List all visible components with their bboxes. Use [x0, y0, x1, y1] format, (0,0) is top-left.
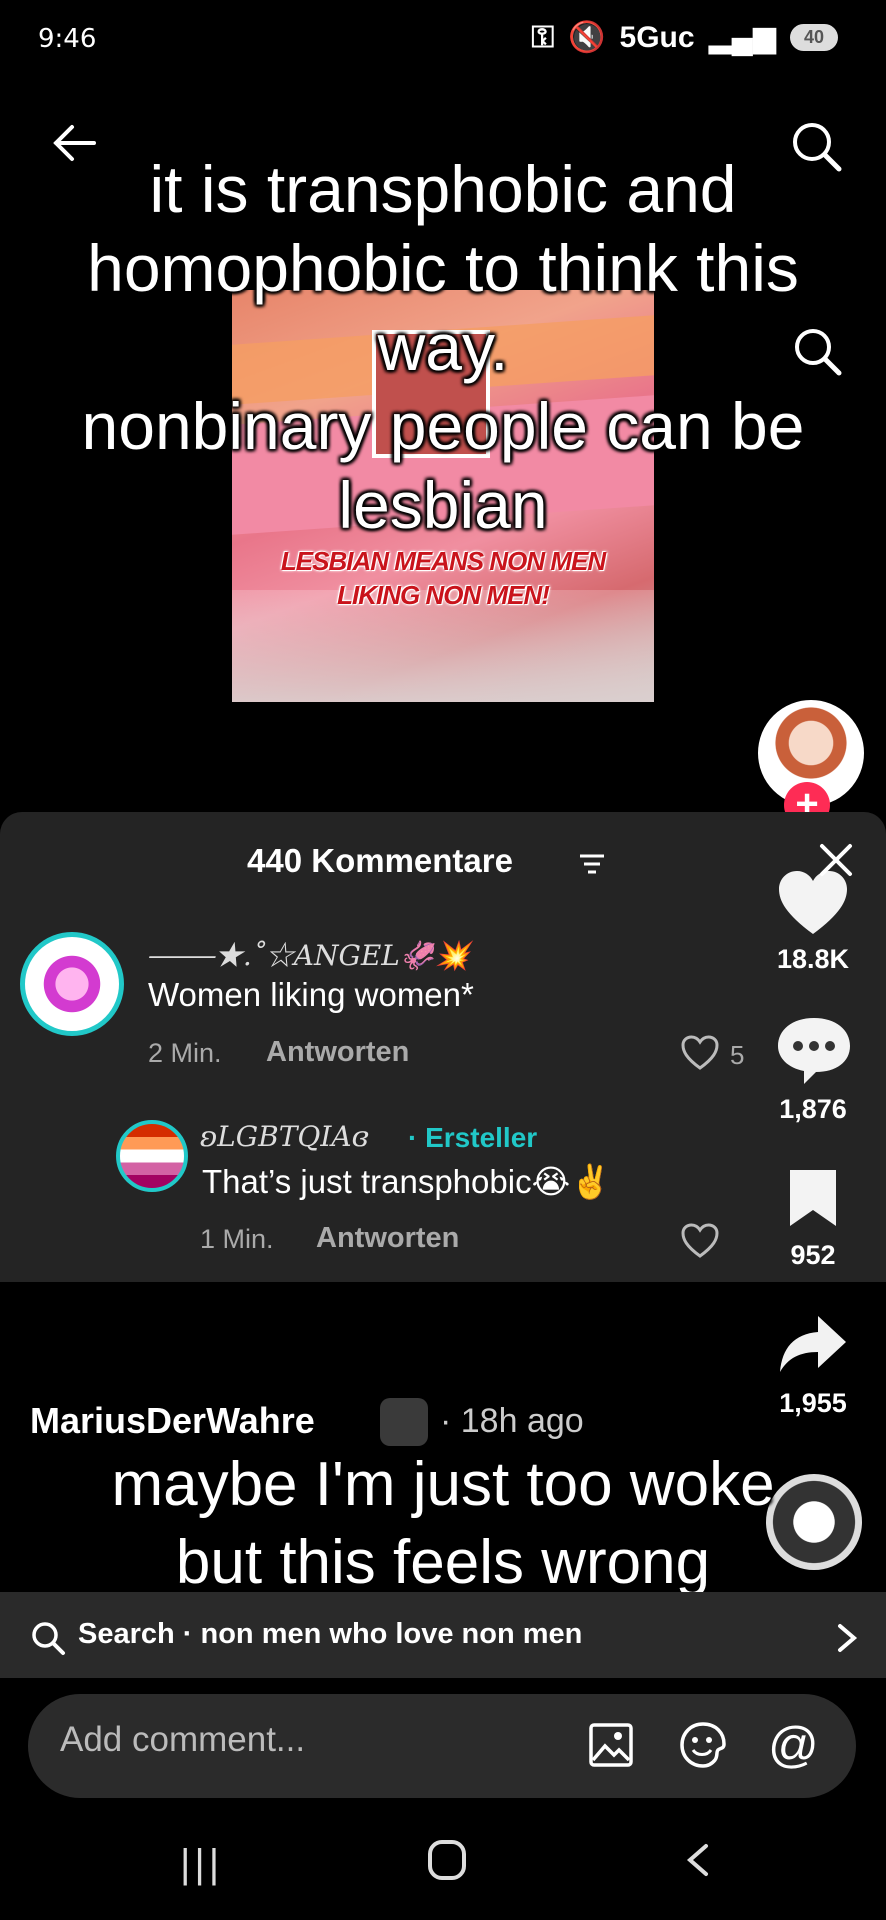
reply-button-2[interactable]: Antworten [316, 1222, 459, 1255]
reply-username[interactable]: ʚLGBTQIAɞ [200, 1120, 369, 1153]
share-arrow-icon[interactable] [776, 1310, 850, 1380]
filter-icon[interactable] [578, 852, 606, 876]
reply-button[interactable]: Antworten [266, 1036, 409, 1069]
key-icon: ⚿ [531, 20, 555, 54]
comment-username[interactable]: ⸻★.˚☆ANGEL🦑💥 [146, 934, 470, 974]
comments-panel [0, 812, 886, 1282]
system-back-icon[interactable] [682, 1842, 712, 1878]
chevron-right-icon[interactable] [832, 1622, 860, 1654]
comment-input-placeholder[interactable]: Add comment... [60, 1720, 305, 1760]
comments-count-title: 440 Kommentare [247, 842, 513, 879]
comment-like-count: 5 [730, 1040, 745, 1070]
image-icon[interactable] [588, 1722, 634, 1768]
like-count: 18.8K [776, 944, 850, 974]
meme-caption: LESBIAN MEANS NON MEN LIKING NON MEN! [280, 546, 606, 610]
like-heart-icon[interactable] [776, 868, 850, 938]
share-count: 1,955 [779, 1388, 847, 1418]
post-time: · 18h ago [440, 1402, 584, 1440]
related-search-text[interactable]: Search · non men who love non men [78, 1618, 582, 1651]
status-bar: 9:46 ⚿ 🔇 5Guc ▂▄▆ 40 [0, 0, 886, 80]
duplicate-badge-icon [380, 1398, 428, 1446]
comment-avatar[interactable] [20, 932, 124, 1036]
reply-text: That’s just transphobic😭✌️ [202, 1163, 612, 1200]
home-button[interactable] [428, 1840, 466, 1880]
search-icon-small [32, 1622, 65, 1655]
signal-icon: ▂▄▆ [708, 21, 776, 54]
reply-like-heart-icon[interactable] [680, 1222, 720, 1260]
mention-at-icon[interactable]: @ [768, 1716, 819, 1774]
reply-avatar[interactable] [116, 1120, 188, 1192]
emoji-icon[interactable] [678, 1720, 728, 1770]
bookmark-icon[interactable] [784, 1166, 842, 1230]
status-time: 9:46 [38, 24, 97, 54]
network-label: 5Guc [619, 20, 695, 54]
video-overlay-text: it is transphobic and homophobic to thin… [81, 152, 805, 542]
video-bottom-overlay-text: maybe I'm just too woke but this feels w… [111, 1450, 775, 1597]
post-author[interactable]: MariusDerWahre [30, 1400, 315, 1442]
comment-text: Women liking women* [148, 976, 474, 1013]
comment-bubble-icon[interactable] [774, 1014, 854, 1088]
comment-count: 1,876 [779, 1094, 847, 1124]
creator-badge: · Ersteller [408, 1122, 538, 1153]
mute-icon: 🔇 [568, 21, 606, 54]
battery-badge: 40 [789, 24, 838, 51]
reply-time: 1 Min. [200, 1224, 274, 1254]
comment-like-heart-icon[interactable] [680, 1034, 720, 1072]
save-count: 952 [790, 1240, 836, 1270]
comment-time: 2 Min. [148, 1038, 222, 1068]
recent-apps-button[interactable]: ||| [180, 1842, 223, 1887]
